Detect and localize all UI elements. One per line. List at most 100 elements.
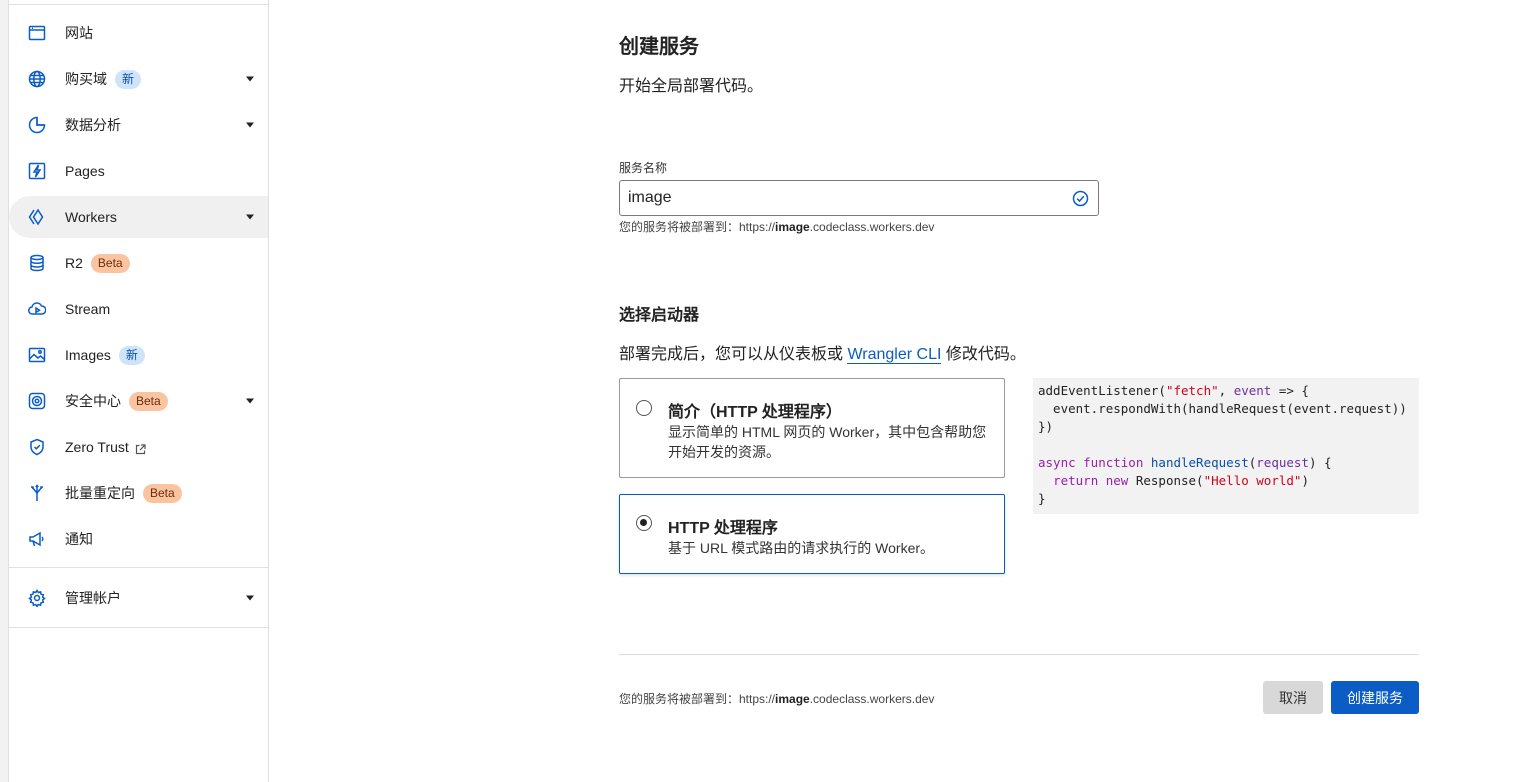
starter-section-title: 选择启动器: [619, 307, 700, 324]
sidebar-item-label: 安全中心: [65, 393, 121, 409]
sidebar-item-manage-account[interactable]: 管理帐户: [9, 577, 268, 619]
option-title: 简介（HTTP 处理程序）: [668, 404, 842, 421]
sidebar-item-label: 数据分析: [65, 117, 121, 133]
hint-prefix: 您的服务将被部署到：https://: [619, 692, 776, 706]
sidebar-item-label: 通知: [65, 531, 93, 547]
code-token: ) {: [1308, 455, 1332, 470]
option-desc: 显示简单的 HTML 网页的 Worker，其中包含帮助您开始开发的资源。: [668, 424, 987, 460]
sidebar-item-label: Pages: [65, 163, 105, 179]
code-token: handleRequest: [1150, 455, 1249, 470]
sidebar-item-workers[interactable]: Workers: [9, 196, 268, 238]
code-token: => {: [1271, 383, 1309, 398]
sidebar-item-label: 网站: [65, 25, 93, 41]
sidebar-item-analytics[interactable]: 数据分析: [9, 104, 268, 146]
code-token: ): [1301, 473, 1309, 488]
code-token: event: [1233, 383, 1272, 398]
deploy-url-hint: 您的服务将被部署到：https://image.codeclass.worker…: [619, 218, 934, 235]
starter-section-desc: 部署完成后，您可以从仪表板或 Wrangler CLI 修改代码。: [619, 340, 1026, 364]
code-token: "Hello world": [1203, 473, 1302, 488]
code-token: addEventListener(: [1038, 383, 1166, 398]
chevron-down-icon: [246, 76, 254, 82]
sidebar-item-label: Stream: [65, 301, 111, 317]
database-icon: [27, 253, 47, 273]
sidebar-item-images[interactable]: Images 新: [9, 334, 268, 376]
sidebar-top-divider: [9, 4, 268, 5]
create-service-button[interactable]: 创建服务: [1331, 681, 1419, 714]
hint-service-name: image: [775, 220, 810, 234]
lightning-icon: [27, 161, 47, 181]
code-token: return new: [1053, 473, 1129, 488]
chevron-down-icon: [246, 595, 254, 601]
megaphone-icon: [27, 529, 47, 549]
sidebar-item-label: Zero Trust: [65, 439, 129, 455]
sidebar-item-label: R2: [65, 255, 83, 271]
sidebar-item-websites[interactable]: 网站: [9, 12, 268, 54]
sidebar-item-buy-domains[interactable]: 购买域新: [9, 58, 268, 100]
desc-text: 修改代码。: [941, 346, 1026, 363]
hint-service-name: image: [775, 692, 810, 706]
left-gutter: [0, 0, 9, 782]
starter-option-intro[interactable]: 简介（HTTP 处理程序） 显示简单的 HTML 网页的 Worker，其中包含…: [619, 378, 1005, 478]
sidebar-item-security-center[interactable]: 安全中心 Beta: [9, 380, 268, 422]
workers-diamond-icon: [27, 207, 47, 227]
wrangler-cli-link[interactable]: Wrangler CLI: [847, 346, 942, 364]
code-preview: addEventListener("fetch", event => { eve…: [1033, 378, 1419, 514]
code-line: event.respondWith(handleRequest(event.re…: [1038, 401, 1407, 416]
footer-deploy-url-hint: 您的服务将被部署到：https://image.codeclass.worker…: [619, 690, 934, 707]
sidebar: 网站 购买域新 数据分析 Pages Workers R2 Beta Strea…: [9, 0, 269, 782]
radio-button[interactable]: [636, 400, 652, 416]
code-token: Response(: [1128, 473, 1204, 488]
sidebar-item-notifications[interactable]: 通知: [9, 518, 268, 560]
code-token: ,: [1218, 383, 1234, 398]
code-token: async function: [1038, 455, 1144, 470]
sidebar-divider: [9, 567, 268, 568]
sidebar-item-label: 购买域: [65, 71, 107, 87]
shield-check-icon: [27, 437, 47, 457]
sidebar-item-label: 批量重定向: [65, 485, 135, 501]
hint-suffix: .codeclass.workers.dev: [809, 692, 935, 706]
external-link-icon: [135, 442, 146, 454]
shield-target-icon: [27, 391, 47, 411]
service-name-field[interactable]: [619, 180, 1099, 216]
gear-icon: [27, 588, 47, 608]
sidebar-item-label: Images: [65, 347, 111, 363]
chevron-down-icon: [246, 398, 254, 404]
page-subtitle: 开始全局部署代码。: [619, 78, 764, 95]
sidebar-item-label: 管理帐户: [65, 590, 121, 606]
desc-text: 部署完成后，您可以从仪表板或: [619, 346, 848, 363]
code-token: "fetch": [1165, 383, 1219, 398]
cloud-play-icon: [27, 299, 47, 319]
sidebar-item-pages[interactable]: Pages: [9, 150, 268, 192]
chevron-down-icon: [246, 122, 254, 128]
new-badge: 新: [115, 69, 142, 89]
hint-prefix: 您的服务将被部署到：https://: [619, 220, 776, 234]
valid-check-icon: [1072, 190, 1089, 207]
sidebar-divider: [9, 627, 268, 628]
code-token: request: [1256, 455, 1309, 470]
service-name-label: 服务名称: [619, 161, 668, 175]
hint-suffix: .codeclass.workers.dev: [809, 220, 935, 234]
code-line: }): [1038, 419, 1054, 434]
service-name-input[interactable]: [628, 189, 1058, 207]
radio-button-selected[interactable]: [636, 515, 652, 531]
sidebar-item-zero-trust[interactable]: Zero Trust: [9, 426, 268, 468]
chevron-down-icon: [246, 214, 254, 220]
beta-badge: Beta: [143, 483, 182, 503]
browser-window-icon: [27, 23, 47, 43]
image-icon: [27, 345, 47, 365]
option-title: HTTP 处理程序: [668, 520, 778, 537]
cancel-button[interactable]: 取消: [1263, 681, 1323, 714]
sidebar-item-label: Workers: [65, 209, 117, 225]
new-badge: 新: [118, 345, 145, 365]
sidebar-item-stream[interactable]: Stream: [9, 288, 268, 330]
page-title: 创建服务: [619, 36, 699, 58]
pie-chart-icon: [27, 115, 47, 135]
fork-arrow-icon: [27, 483, 47, 503]
sidebar-item-bulk-redirects[interactable]: 批量重定向 Beta: [9, 472, 268, 514]
sidebar-item-r2[interactable]: R2 Beta: [9, 242, 268, 284]
footer-divider: [619, 654, 1419, 655]
starter-option-http-handler[interactable]: HTTP 处理程序 基于 URL 模式路由的请求执行的 Worker。: [619, 494, 1005, 574]
beta-badge: Beta: [129, 391, 168, 411]
option-desc: 基于 URL 模式路由的请求执行的 Worker。: [668, 540, 935, 556]
globe-icon: [27, 69, 47, 89]
